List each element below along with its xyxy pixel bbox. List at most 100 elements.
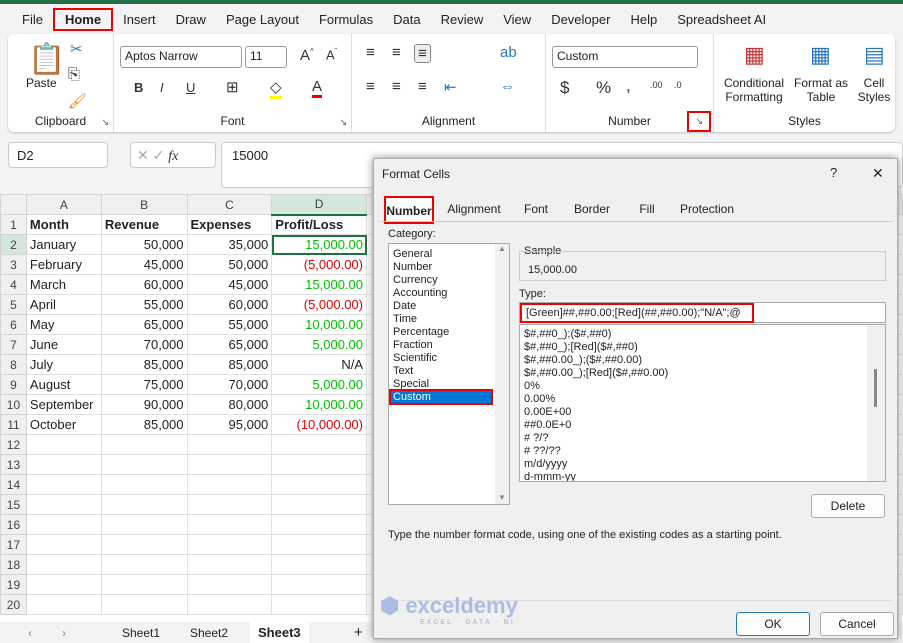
category-item[interactable]: Custom: [389, 389, 493, 405]
menu-page-layout[interactable]: Page Layout: [216, 10, 309, 29]
type-item[interactable]: # ?/?: [524, 432, 548, 444]
column-header[interactable]: A: [25, 194, 102, 215]
row-header[interactable]: 5: [0, 294, 27, 315]
cell[interactable]: 60,000: [186, 294, 273, 315]
type-item[interactable]: $#,##0.00_);[Red]($#,##0.00): [524, 367, 668, 379]
cell[interactable]: [186, 454, 273, 475]
cell[interactable]: September: [25, 394, 102, 415]
cell[interactable]: [186, 474, 273, 495]
menu-view[interactable]: View: [493, 10, 541, 29]
category-scrollbar[interactable]: ▲ ▼: [495, 244, 509, 504]
type-item[interactable]: ##0.0E+0: [524, 419, 571, 431]
category-list[interactable]: General Number Currency Accounting Date Time P…: [388, 243, 510, 505]
cell[interactable]: 65,000: [186, 334, 273, 355]
tab-alignment[interactable]: Alignment: [444, 199, 504, 219]
cell[interactable]: [271, 514, 367, 535]
cell[interactable]: [100, 434, 188, 455]
cell[interactable]: 35,000: [186, 234, 273, 255]
type-input[interactable]: [Green]##,##0.00;[Red](##,##0.00);"N/A";…: [520, 303, 754, 323]
fill-color-icon[interactable]: ◇: [270, 78, 282, 99]
cell[interactable]: 70,000: [186, 374, 273, 395]
row-header[interactable]: 6: [0, 314, 27, 335]
type-item[interactable]: # ??/??: [524, 445, 561, 457]
cell[interactable]: 60,000: [100, 274, 188, 295]
cut-icon[interactable]: ✂: [70, 40, 83, 58]
cell[interactable]: N/A: [271, 354, 367, 375]
indent-icon[interactable]: ⇤: [444, 78, 457, 96]
cell[interactable]: [100, 534, 188, 555]
cell[interactable]: [25, 554, 102, 575]
cell[interactable]: April: [25, 294, 102, 315]
type-item[interactable]: 0.00E+00: [524, 406, 571, 418]
cell[interactable]: [186, 574, 273, 595]
cell[interactable]: 15,000.00: [271, 274, 367, 295]
menu-draw[interactable]: Draw: [166, 10, 216, 29]
cell[interactable]: 50,000: [100, 234, 188, 255]
percent-button[interactable]: %: [596, 78, 611, 98]
font-launcher-icon[interactable]: ↘: [339, 117, 347, 128]
row-header[interactable]: 10: [0, 394, 27, 415]
conditional-formatting-button[interactable]: Conditional Formatting: [718, 76, 790, 104]
cell[interactable]: October: [25, 414, 102, 435]
cell[interactable]: 90,000: [100, 394, 188, 415]
help-button[interactable]: ?: [830, 165, 837, 180]
align-bottom-icon[interactable]: ≡: [414, 44, 431, 63]
merge-icon[interactable]: ⇔: [500, 78, 515, 95]
align-right-icon[interactable]: ≡: [418, 78, 427, 95]
comma-button[interactable]: ,: [626, 76, 631, 96]
category-item[interactable]: Currency: [391, 274, 489, 286]
cell[interactable]: 85,000: [186, 354, 273, 375]
borders-icon[interactable]: ⊞: [226, 78, 239, 96]
currency-button[interactable]: $: [560, 78, 569, 98]
menu-data[interactable]: Data: [383, 10, 430, 29]
row-header[interactable]: 3: [0, 254, 27, 275]
cell[interactable]: (5,000.00): [271, 254, 367, 275]
row-header[interactable]: 7: [0, 334, 27, 355]
close-button[interactable]: ✕: [872, 165, 884, 182]
row-header[interactable]: 19: [0, 574, 27, 595]
menu-review[interactable]: Review: [431, 10, 494, 29]
cell[interactable]: 65,000: [100, 314, 188, 335]
cell[interactable]: [25, 494, 102, 515]
row-header[interactable]: 16: [0, 514, 27, 535]
category-item[interactable]: Date: [391, 300, 489, 312]
type-item[interactable]: $#,##0.00_);($#,##0.00): [524, 354, 642, 366]
menu-insert[interactable]: Insert: [113, 10, 166, 29]
cell[interactable]: [100, 594, 188, 615]
cell[interactable]: 10,000.00: [271, 394, 367, 415]
category-item[interactable]: Time: [391, 313, 489, 325]
type-item[interactable]: 0.00%: [524, 393, 555, 405]
cell[interactable]: [271, 454, 367, 475]
menu-home[interactable]: Home: [52, 7, 114, 31]
column-header[interactable]: D: [271, 194, 367, 216]
type-item[interactable]: m/d/yyyy: [524, 458, 567, 470]
type-item[interactable]: $#,##0_);[Red]($#,##0): [524, 341, 638, 353]
number-format-select[interactable]: Custom: [552, 46, 698, 68]
cell[interactable]: [25, 434, 102, 455]
cell[interactable]: 85,000: [100, 354, 188, 375]
sheet-tab-active[interactable]: Sheet3: [250, 622, 309, 643]
tab-border[interactable]: Border: [566, 199, 618, 219]
cell[interactable]: [186, 494, 273, 515]
category-item[interactable]: General: [391, 248, 489, 260]
row-header[interactable]: 12: [0, 434, 27, 455]
cell[interactable]: January: [25, 234, 102, 255]
cell[interactable]: [25, 474, 102, 495]
cell[interactable]: 5,000.00: [271, 334, 367, 355]
cell[interactable]: [271, 474, 367, 495]
category-item[interactable]: Number: [391, 261, 489, 273]
cell[interactable]: [186, 594, 273, 615]
cell[interactable]: 45,000: [186, 274, 273, 295]
font-color-icon[interactable]: A: [312, 78, 323, 98]
cell[interactable]: 95,000: [186, 414, 273, 435]
row-header[interactable]: 1: [0, 214, 27, 235]
menu-spreadsheet-ai[interactable]: Spreadsheet AI: [667, 10, 776, 29]
row-header[interactable]: 2: [0, 234, 27, 255]
cell[interactable]: June: [25, 334, 102, 355]
category-item[interactable]: Fraction: [391, 339, 489, 351]
cell[interactable]: July: [25, 354, 102, 375]
cell[interactable]: Month: [25, 214, 102, 235]
row-header[interactable]: 15: [0, 494, 27, 515]
prev-sheet-icon[interactable]: ‹: [28, 626, 32, 640]
cell[interactable]: [186, 554, 273, 575]
